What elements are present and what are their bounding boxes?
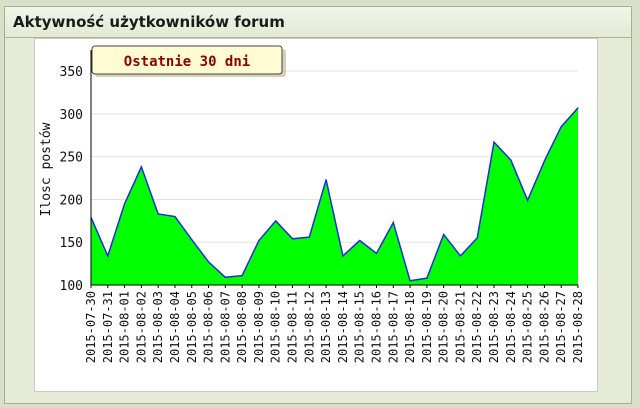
area-chart: 100150200250300350 2015-07-30 2015-07-31 2… xyxy=(39,45,585,363)
data-point xyxy=(493,141,495,143)
chart-title-group: Ostatnie 30 dni xyxy=(91,45,286,77)
y-tick-label: 350 xyxy=(60,65,83,80)
x-tick-label: 2015-08-14 xyxy=(336,291,350,363)
x-tick-label: 2015-08-20 xyxy=(437,291,451,363)
data-point xyxy=(560,126,562,128)
y-axis-ticks: 100 150 200 250 300 350 xyxy=(60,65,83,294)
data-point xyxy=(459,255,462,257)
data-point xyxy=(241,274,243,277)
x-tick-label: 2015-08-02 xyxy=(134,291,148,363)
x-tick-label: 2015-08-13 xyxy=(319,291,333,363)
x-tick-label: 2015-08-27 xyxy=(554,291,568,363)
y-tick-label: 100 xyxy=(60,279,83,294)
data-point xyxy=(426,277,428,279)
data-point xyxy=(191,239,193,241)
data-point xyxy=(375,252,378,254)
x-tick-label: 2015-08-21 xyxy=(453,291,467,363)
x-tick-label: 2015-08-25 xyxy=(521,291,535,363)
data-point xyxy=(291,238,294,240)
area-layer xyxy=(90,107,579,286)
data-point xyxy=(443,233,445,236)
x-tick-label: 2015-08-06 xyxy=(202,291,216,363)
data-point xyxy=(157,213,159,215)
data-point xyxy=(107,255,109,257)
y-tick-label: 200 xyxy=(60,193,83,208)
data-point xyxy=(207,261,210,263)
x-tick-label: 2015-08-11 xyxy=(286,291,300,363)
x-axis-ticks: 2015-07-30 2015-07-31 2015-08-01 2015-08-02… xyxy=(84,291,585,363)
x-tick-label: 2015-08-03 xyxy=(151,291,165,363)
data-point xyxy=(342,255,344,257)
y-axis-label-group: Ilosc postów xyxy=(39,122,54,216)
x-tick-label: 2015-08-19 xyxy=(420,291,434,363)
data-point xyxy=(123,203,126,205)
x-tick-label: 2015-08-23 xyxy=(487,291,501,363)
data-point xyxy=(476,237,478,239)
data-point xyxy=(392,221,394,224)
y-axis-label: Ilosc postów xyxy=(39,122,54,216)
x-tick-label: 2015-08-26 xyxy=(537,291,551,363)
x-tick-label: 2015-08-22 xyxy=(470,291,484,363)
data-point xyxy=(577,107,579,109)
y-tick-label: 150 xyxy=(60,236,83,251)
x-tick-label: 2015-08-16 xyxy=(369,291,383,363)
data-point xyxy=(258,239,260,242)
x-tick-label: 2015-08-01 xyxy=(118,291,132,363)
x-tick-label: 2015-07-31 xyxy=(101,291,115,363)
data-point xyxy=(325,179,327,181)
data-point xyxy=(140,166,142,168)
y-tick-label: 250 xyxy=(60,151,83,166)
x-tick-label: 2015-08-28 xyxy=(571,291,585,363)
data-point xyxy=(275,220,277,222)
x-tick-label: 2015-08-24 xyxy=(504,291,518,363)
data-point xyxy=(510,159,512,161)
chart-title: Ostatnie 30 dni xyxy=(124,54,250,70)
x-tick-label: 2015-08-15 xyxy=(353,291,367,363)
data-point xyxy=(224,276,226,278)
x-tick-label: 2015-08-07 xyxy=(218,291,232,363)
y-tick-label: 300 xyxy=(60,108,83,123)
area-fill xyxy=(91,107,578,286)
data-point xyxy=(308,236,310,238)
x-tick-label: 2015-08-12 xyxy=(302,291,316,363)
x-tick-label: 2015-08-05 xyxy=(185,291,199,363)
data-point xyxy=(174,215,176,218)
x-tick-label: 2015-07-30 xyxy=(84,291,98,363)
x-tick-label: 2015-08-10 xyxy=(269,291,283,363)
x-tick-label: 2015-08-04 xyxy=(168,291,182,363)
x-tick-label: 2015-08-09 xyxy=(252,291,266,363)
x-tick-label: 2015-08-17 xyxy=(386,291,400,363)
x-tick-label: 2015-08-18 xyxy=(403,291,417,363)
data-point xyxy=(409,280,411,282)
data-point xyxy=(543,160,546,162)
data-point xyxy=(527,199,529,201)
x-tick-label: 2015-08-08 xyxy=(235,291,249,363)
data-point xyxy=(359,239,361,242)
